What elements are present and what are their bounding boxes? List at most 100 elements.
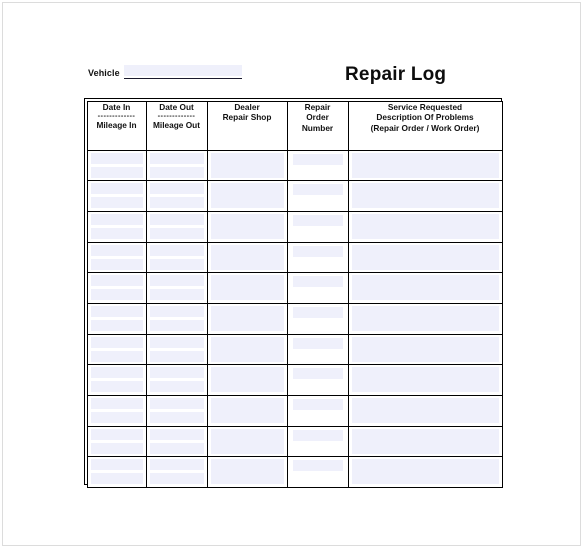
- mileage-in-input[interactable]: [90, 289, 143, 301]
- table-row: [86, 395, 503, 427]
- date-in-input[interactable]: [90, 213, 143, 225]
- repair-order-number-input[interactable]: [292, 184, 343, 196]
- date-in-input[interactable]: [90, 336, 143, 348]
- mileage-in-input[interactable]: [90, 197, 143, 209]
- date-out-input[interactable]: [149, 428, 204, 440]
- cell-content: [147, 212, 207, 242]
- cell-content: [208, 212, 287, 242]
- dealer-repair-shop-input[interactable]: [210, 367, 284, 393]
- dealer-repair-shop-input[interactable]: [210, 305, 284, 331]
- service-requested-input[interactable]: [351, 152, 499, 178]
- mileage-out-input[interactable]: [149, 412, 204, 423]
- repair-order-number-input[interactable]: [292, 429, 343, 441]
- date-out-input[interactable]: [149, 213, 204, 225]
- mileage-in-input[interactable]: [90, 319, 143, 331]
- date-out-input[interactable]: [149, 244, 204, 256]
- date-out-input[interactable]: [149, 275, 204, 287]
- cell-content: [208, 427, 287, 457]
- column-header-date-out-mileage-out: Date Out ------------- Mileage Out: [145, 100, 208, 151]
- repair-order-number-input[interactable]: [292, 368, 343, 380]
- mileage-in-input[interactable]: [90, 442, 143, 454]
- date-in-input[interactable]: [90, 183, 143, 195]
- cell-content: [288, 427, 348, 457]
- mileage-out-input[interactable]: [149, 166, 204, 178]
- service-requested-input[interactable]: [351, 336, 499, 362]
- dealer-repair-shop-input[interactable]: [210, 213, 284, 239]
- mileage-out-input[interactable]: [149, 227, 204, 239]
- cell-service-requested: [347, 302, 503, 335]
- date-out-input[interactable]: [149, 336, 204, 348]
- mileage-in-input[interactable]: [90, 166, 143, 178]
- mileage-out-input[interactable]: [149, 442, 204, 454]
- date-out-input[interactable]: [149, 367, 204, 379]
- dealer-repair-shop-input[interactable]: [210, 428, 284, 454]
- mileage-out-input[interactable]: [149, 350, 204, 362]
- date-out-input[interactable]: [149, 459, 204, 471]
- date-out-input[interactable]: [149, 398, 204, 409]
- cell-content: [288, 212, 348, 242]
- cell-dealer-repair-shop: [206, 364, 288, 396]
- dealer-repair-shop-input[interactable]: [210, 244, 284, 270]
- date-in-input[interactable]: [90, 275, 143, 287]
- repair-order-number-input[interactable]: [292, 460, 343, 472]
- date-in-input[interactable]: [90, 244, 143, 256]
- repair-order-number-input[interactable]: [292, 276, 343, 288]
- service-requested-input[interactable]: [351, 398, 499, 423]
- date-out-input[interactable]: [149, 183, 204, 195]
- dealer-repair-shop-input[interactable]: [210, 152, 284, 178]
- date-out-input[interactable]: [149, 305, 204, 317]
- date-in-input[interactable]: [90, 305, 143, 317]
- date-in-input[interactable]: [90, 398, 143, 409]
- cell-date-in-mileage-in: [86, 456, 147, 489]
- service-requested-input[interactable]: [351, 305, 499, 331]
- repair-order-number-input[interactable]: [292, 245, 343, 257]
- cell-date-out-mileage-out: [145, 149, 208, 182]
- cell-repair-order-number: [286, 456, 349, 489]
- date-out-input[interactable]: [149, 152, 204, 164]
- service-requested-input[interactable]: [351, 213, 499, 239]
- repair-order-number-input[interactable]: [292, 399, 343, 410]
- repair-order-number-input[interactable]: [292, 337, 343, 349]
- service-requested-input[interactable]: [351, 428, 499, 454]
- service-requested-input[interactable]: [351, 459, 499, 485]
- dealer-repair-shop-input[interactable]: [210, 336, 284, 362]
- mileage-out-input[interactable]: [149, 473, 204, 485]
- cell-content: [147, 243, 207, 273]
- cell-content: [208, 396, 287, 426]
- vehicle-input[interactable]: [123, 65, 242, 76]
- repair-order-number-input[interactable]: [292, 153, 343, 165]
- repair-order-number-input[interactable]: [292, 306, 343, 318]
- date-in-input[interactable]: [90, 367, 143, 379]
- service-requested-input[interactable]: [351, 183, 499, 209]
- mileage-out-input[interactable]: [149, 289, 204, 301]
- mileage-out-input[interactable]: [149, 258, 204, 270]
- service-requested-input[interactable]: [351, 275, 499, 301]
- service-requested-input[interactable]: [351, 244, 499, 270]
- header-line-2: Description Of Problems: [376, 112, 474, 123]
- cell-content: [288, 181, 348, 211]
- mileage-in-input[interactable]: [90, 412, 143, 423]
- repair-order-number-input[interactable]: [292, 214, 343, 226]
- mileage-out-input[interactable]: [149, 197, 204, 209]
- dealer-repair-shop-input[interactable]: [210, 275, 284, 301]
- date-in-input[interactable]: [90, 459, 143, 471]
- mileage-in-input[interactable]: [90, 381, 143, 393]
- date-in-input[interactable]: [90, 428, 143, 440]
- mileage-in-input[interactable]: [90, 473, 143, 485]
- cell-content: [288, 151, 348, 181]
- dealer-repair-shop-input[interactable]: [210, 183, 284, 209]
- mileage-out-input[interactable]: [149, 319, 204, 331]
- mileage-in-input[interactable]: [90, 227, 143, 239]
- mileage-in-input[interactable]: [90, 258, 143, 270]
- dealer-repair-shop-input[interactable]: [210, 398, 284, 423]
- mileage-in-input[interactable]: [90, 350, 143, 362]
- dealer-repair-shop-input[interactable]: [210, 459, 284, 485]
- vehicle-label: Vehicle: [88, 68, 120, 78]
- cell-service-requested: [347, 364, 503, 396]
- mileage-out-input[interactable]: [149, 381, 204, 393]
- service-requested-input[interactable]: [351, 367, 499, 393]
- column-header-date-in-mileage-in: Date In ------------- Mileage In: [86, 100, 147, 151]
- cell-content: [288, 304, 348, 334]
- date-in-input[interactable]: [90, 152, 143, 164]
- cell-date-in-mileage-in: [86, 272, 147, 304]
